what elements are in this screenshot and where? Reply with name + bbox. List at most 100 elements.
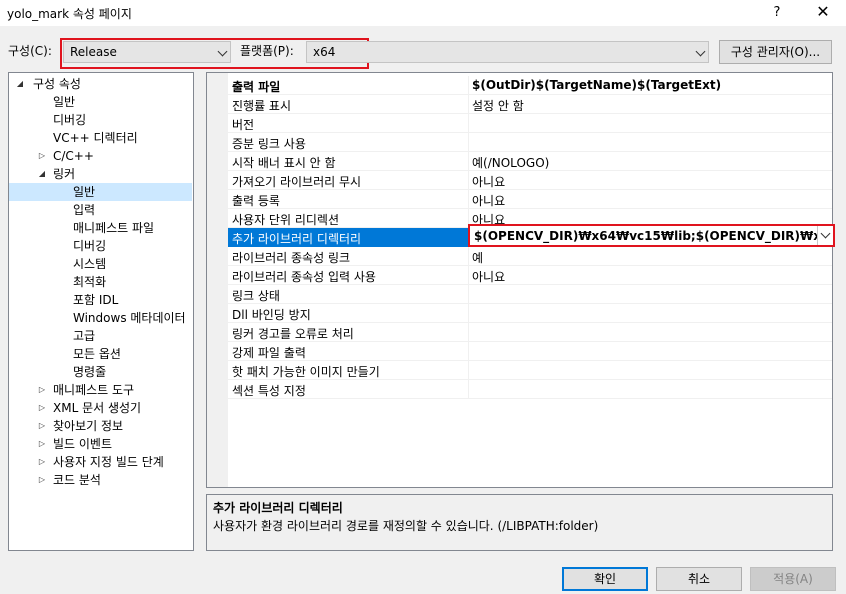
property-name: 링크 상태 [232, 289, 280, 303]
tree-item[interactable]: ▷ 사용자 지정 빌드 단계 [9, 453, 192, 471]
help-button[interactable]: ? [766, 2, 788, 24]
tree-item[interactable]: Windows 메타데이터 [9, 309, 192, 327]
tree-item[interactable]: ▷ C/C++ [9, 147, 192, 165]
library-directories-value-field[interactable]: $(OPENCV_DIR)₩x64₩vc15₩lib;$(OPENCV_DIR)… [468, 224, 835, 247]
property-row[interactable]: 진행률 표시 설정 안 함 [228, 95, 832, 114]
tree-item-label: XML 문서 생성기 [53, 401, 142, 415]
tree-item-label: 코드 분석 [53, 473, 101, 487]
tree-item[interactable]: ◢ 링커 [9, 165, 192, 183]
tree-item-label: 일반 [53, 95, 76, 109]
column-divider [468, 247, 469, 266]
column-divider [468, 76, 469, 95]
property-row[interactable]: 가져오기 라이브러리 무시 아니요 [228, 171, 832, 190]
tree-item-label: 명령줄 [73, 365, 107, 379]
column-divider [468, 190, 469, 209]
property-name: 사용자 단위 리디렉션 [232, 213, 339, 227]
expand-icon[interactable]: ▷ [37, 471, 47, 489]
property-name: 강제 파일 출력 [232, 346, 306, 360]
tree-item-label: 구성 속성 [33, 77, 81, 91]
tree-item[interactable]: 모든 옵션 [9, 345, 192, 363]
property-row[interactable]: 라이브러리 종속성 링크 예 [228, 247, 832, 266]
tree-item-label: 입력 [73, 203, 96, 217]
tree-item-label: 시스템 [73, 257, 107, 271]
property-row[interactable]: 버전 [228, 114, 832, 133]
property-value: 예(/NOLOGO) [472, 156, 550, 170]
tree-item[interactable]: 디버깅 [9, 237, 192, 255]
property-row[interactable]: 출력 파일 $(OutDir)$(TargetName)$(TargetExt) [228, 76, 832, 95]
property-row[interactable]: 핫 패치 가능한 이미지 만들기 [228, 361, 832, 380]
column-divider [468, 304, 469, 323]
property-value: 아니요 [472, 270, 506, 284]
tree-item[interactable]: 일반 [9, 93, 192, 111]
platform-value: x64 [313, 45, 336, 59]
expand-icon[interactable]: ▷ [37, 435, 47, 453]
property-value: 아니요 [472, 175, 506, 189]
tree-item[interactable]: 일반 [9, 183, 192, 201]
close-button[interactable]: ✕ [808, 0, 838, 26]
property-row[interactable]: 시작 배너 표시 안 함 예(/NOLOGO) [228, 152, 832, 171]
column-divider [468, 171, 469, 190]
column-divider [468, 133, 469, 152]
config-label: 구성(C): [8, 44, 52, 58]
property-row[interactable]: 증분 링크 사용 [228, 133, 832, 152]
tree-item[interactable]: ▷ 찾아보기 정보 [9, 417, 192, 435]
expand-icon[interactable]: ▷ [37, 453, 47, 471]
property-row[interactable]: 링커 경고를 오류로 처리 [228, 323, 832, 342]
column-divider [468, 380, 469, 399]
tree-item[interactable]: ▷ 매니페스트 도구 [9, 381, 192, 399]
tree-item-label: VC++ 디렉터리 [53, 131, 138, 145]
property-value: 설정 안 함 [472, 99, 524, 113]
tree-item[interactable]: 최적화 [9, 273, 192, 291]
collapse-icon[interactable]: ◢ [15, 75, 25, 93]
expand-icon[interactable]: ▷ [37, 147, 47, 165]
tree-item-label: 매니페스트 파일 [73, 221, 155, 235]
window-title: yolo_mark 속성 페이지 [7, 7, 132, 21]
property-row[interactable]: 라이브러리 종속성 입력 사용 아니요 [228, 266, 832, 285]
tree-item-label: 사용자 지정 빌드 단계 [53, 455, 164, 469]
property-row[interactable]: 출력 등록 아니요 [228, 190, 832, 209]
platform-label: 플랫폼(P): [240, 44, 294, 58]
platform-dropdown[interactable]: x64 [306, 41, 709, 63]
config-manager-button[interactable]: 구성 관리자(O)... [719, 40, 832, 64]
value-dropdown-button[interactable] [817, 226, 833, 245]
tree-item[interactable]: 명령줄 [9, 363, 192, 381]
tree-item[interactable]: VC++ 디렉터리 [9, 129, 192, 147]
tree-item[interactable]: 시스템 [9, 255, 192, 273]
property-tree: ◢ 구성 속성 일반 디버깅 VC++ 디렉터리 ▷ C/C++ ◢ 링커 일반 입력 매니페스트 파… [8, 72, 194, 551]
tree-item-label: 최적화 [73, 275, 107, 289]
expand-icon[interactable]: ▷ [37, 381, 47, 399]
property-name: 라이브러리 종속성 입력 사용 [232, 270, 376, 284]
cancel-button[interactable]: 취소 [656, 567, 742, 591]
property-name: 버전 [232, 118, 255, 132]
column-divider [468, 114, 469, 133]
tree-item[interactable]: 매니페스트 파일 [9, 219, 192, 237]
column-divider [468, 361, 469, 380]
tree-item-label: 디버깅 [73, 239, 107, 253]
tree-item-label: 모든 옵션 [73, 347, 121, 361]
tree-item[interactable]: 고급 [9, 327, 192, 345]
tree-item[interactable]: ▷ XML 문서 생성기 [9, 399, 192, 417]
expand-icon[interactable]: ▷ [37, 417, 47, 435]
tree-item-label: Windows 메타데이터 [73, 311, 186, 325]
tree-item[interactable]: ▷ 빌드 이벤트 [9, 435, 192, 453]
property-value: $(OutDir)$(TargetName)$(TargetExt) [472, 78, 722, 92]
property-name: 진행률 표시 [232, 99, 292, 113]
expand-icon[interactable]: ▷ [37, 399, 47, 417]
tree-item[interactable]: 디버깅 [9, 111, 192, 129]
property-row[interactable]: 링크 상태 [228, 285, 832, 304]
property-row[interactable]: Dll 바인딩 방지 [228, 304, 832, 323]
tree-item-label: 고급 [73, 329, 96, 343]
description-panel: 추가 라이브러리 디렉터리 사용자가 환경 라이브러리 경로를 재정의할 수 있… [206, 494, 833, 551]
property-row[interactable]: 섹션 특성 지정 [228, 380, 832, 399]
property-row[interactable]: 강제 파일 출력 [228, 342, 832, 361]
chevron-down-icon [217, 46, 228, 57]
tree-item-label: 링커 [53, 167, 76, 181]
property-grid: 출력 파일 $(OutDir)$(TargetName)$(TargetExt) 진… [206, 72, 833, 488]
tree-item[interactable]: ◢ 구성 속성 [9, 75, 192, 93]
tree-item[interactable]: 입력 [9, 201, 192, 219]
collapse-icon[interactable]: ◢ [37, 165, 47, 183]
tree-item[interactable]: 포함 IDL [9, 291, 192, 309]
tree-item[interactable]: ▷ 코드 분석 [9, 471, 192, 489]
config-dropdown[interactable]: Release [63, 41, 231, 63]
ok-button[interactable]: 확인 [562, 567, 648, 591]
